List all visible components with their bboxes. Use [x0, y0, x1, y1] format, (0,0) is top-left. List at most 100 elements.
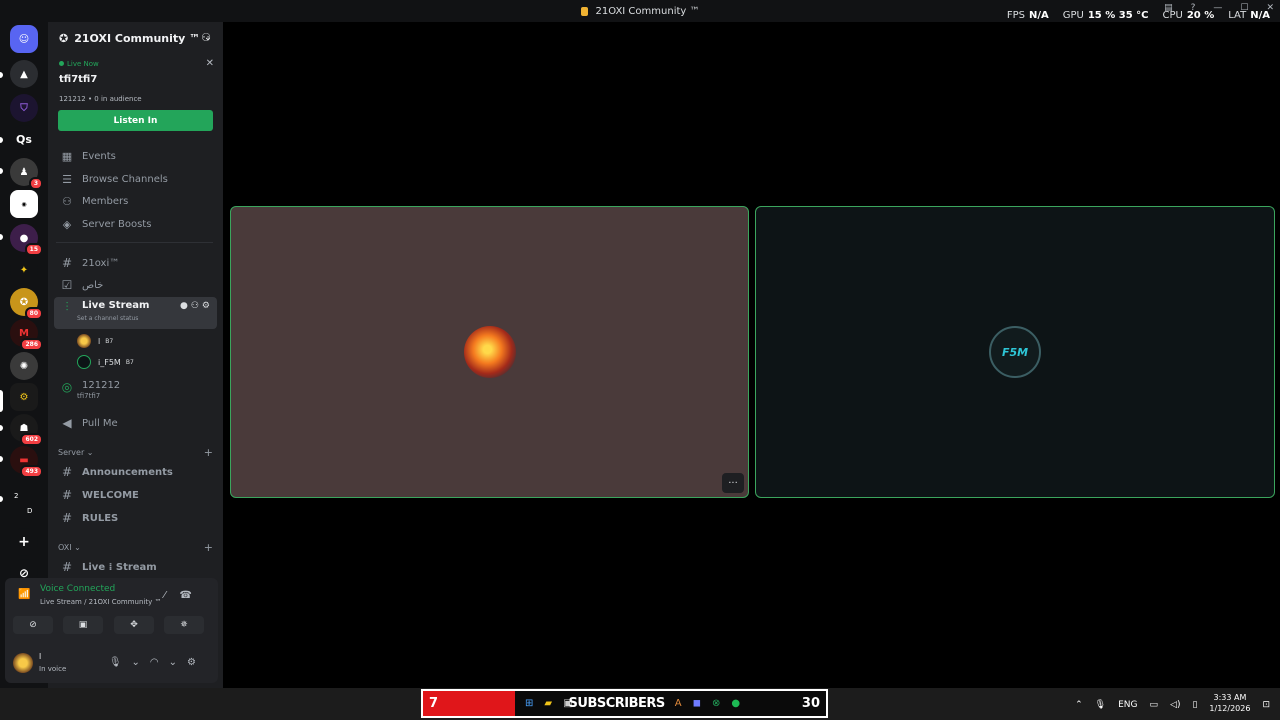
spotify-icon[interactable]: ●	[731, 698, 740, 709]
hash-icon: #	[61, 256, 73, 270]
channel-rules[interactable]: # RULES	[54, 508, 217, 528]
avatar	[77, 355, 91, 369]
server-icon-g[interactable]: ✺	[10, 352, 38, 380]
channel-live-stream-text[interactable]: # Live ⁞ Stream	[54, 557, 217, 577]
server-icon-d[interactable]: ✦	[10, 256, 38, 284]
video-tile[interactable]: ···	[230, 206, 749, 498]
voice-panel-icons[interactable]: ⁄☎	[164, 590, 206, 601]
unread-dot	[0, 168, 3, 174]
channel-announcements[interactable]: # Announcements	[54, 462, 217, 482]
hash-icon: #	[61, 511, 73, 525]
members-icon: ⚇	[62, 194, 72, 208]
mention-badge: 602	[20, 433, 43, 446]
xbox-icon[interactable]: ⊗	[712, 698, 720, 709]
user-name: l	[39, 652, 42, 661]
clock[interactable]: 3:33 AM 1/12/2026	[1209, 692, 1250, 714]
nav-server-boosts[interactable]: ◈ Server Boosts	[54, 214, 217, 234]
folder-icon[interactable]: ▰	[544, 698, 552, 709]
listen-in-button[interactable]: Listen In	[58, 110, 213, 131]
channel-pull-me[interactable]: ◀ Pull Me	[54, 413, 217, 433]
server-icon-active[interactable]: ⚙	[10, 383, 38, 411]
hash-icon: #	[61, 560, 73, 574]
server-icon-i[interactable]: ▬ 493	[10, 446, 43, 478]
language[interactable]: ENG	[1118, 700, 1137, 710]
app-icon[interactable]: A	[675, 698, 682, 709]
server-icon-h[interactable]: ☗ 602	[10, 414, 43, 446]
voice-stream-icon: ⫶	[65, 300, 69, 314]
gpu-value: 15 % 35 °C	[1087, 10, 1149, 21]
user-controls[interactable]: 🎙⌄◠⌄⚙	[109, 657, 206, 668]
activities-button[interactable]: ✥	[114, 616, 154, 634]
screen-share-button[interactable]: ▣	[63, 616, 103, 634]
chevron-up-icon[interactable]: ⌃	[1075, 700, 1083, 710]
stage-icon: ◎	[61, 380, 73, 394]
add-channel-icon[interactable]: +	[204, 541, 213, 554]
system-tray: ⌃ 🎙 ENG ▭ ◁) ▯ 3:33 AM 1/12/2026 ⊡	[1075, 693, 1270, 714]
folder-label-2[interactable]: 2	[14, 492, 18, 500]
network-icon[interactable]: ▭	[1150, 700, 1159, 710]
voice-location[interactable]: Live Stream / 21OXI Community ™	[40, 598, 161, 606]
close-icon[interactable]: ✕	[206, 58, 214, 69]
camera-off-button[interactable]: ⊘	[13, 616, 53, 634]
user-status: In voice	[39, 665, 67, 673]
add-server-icon[interactable]: +	[10, 528, 38, 556]
channel-tools[interactable]: ●⚇⚙	[180, 301, 213, 311]
invite-icon[interactable]: ⚇	[201, 31, 211, 44]
lat-label: LAT	[1228, 10, 1247, 21]
nav-members[interactable]: ⚇ Members	[54, 191, 217, 211]
calendar-icon: ▦	[61, 149, 73, 163]
mic-icon[interactable]: 🎙	[1095, 700, 1106, 710]
subscriber-widget: 7 ⊞ ▰ ▣ SUBSCRIBERS A ◼ ⊗ ● 30	[421, 689, 828, 718]
channel-21oxi[interactable]: #21oxi™	[54, 253, 217, 273]
category-oxi[interactable]: OXI ⌄ +	[58, 541, 213, 554]
hash-icon: #	[61, 465, 73, 479]
channel-status[interactable]: Set a channel status	[77, 315, 138, 322]
taskbar-apps-2: A ◼ ⊗ ●	[675, 698, 740, 709]
video-tile[interactable]: F5M	[755, 206, 1275, 498]
cpu-label: CPU	[1162, 10, 1183, 21]
gpu-label: GPU	[1062, 10, 1084, 21]
server-icon-e[interactable]: ✪ 80	[10, 288, 43, 320]
taskbar: 7 ⊞ ▰ ▣ SUBSCRIBERS A ◼ ⊗ ● 30 ⌃ 🎙 ENG ▭…	[0, 688, 1280, 720]
channel-welcome[interactable]: # WELCOME	[54, 485, 217, 505]
discord-home-icon[interactable]: ☺	[10, 25, 38, 53]
voice-user[interactable]: l B7	[77, 332, 217, 350]
add-channel-icon[interactable]: +	[204, 446, 213, 459]
voice-user[interactable]: i_F5M B7	[77, 353, 217, 371]
live-title: tfi7tfi7	[59, 74, 98, 85]
start-icon[interactable]: ⊞	[525, 698, 533, 709]
avatar: F5M	[989, 326, 1041, 378]
mention-badge: 15	[24, 243, 43, 256]
server-icon-shadow[interactable]: ◉	[10, 190, 38, 218]
volume-icon[interactable]: ◁)	[1170, 700, 1180, 710]
channel-live-stream[interactable]: ⫶ Live Stream Set a channel status ●⚇⚙	[54, 297, 217, 329]
nav-browse-channels[interactable]: ☰ Browse Channels	[54, 169, 217, 189]
divider	[56, 242, 213, 243]
more-options-button[interactable]: ···	[722, 473, 744, 493]
folder-label-d[interactable]: D	[27, 507, 32, 515]
server-icon-c[interactable]: ● 15	[10, 224, 43, 256]
unread-dot	[0, 72, 3, 78]
avatar	[463, 326, 516, 378]
server-icon-qs[interactable]: Qs	[10, 125, 38, 153]
nav-events[interactable]: ▦ Events	[54, 146, 217, 166]
app-icon[interactable]: ◼	[693, 698, 701, 709]
avatar[interactable]	[13, 653, 33, 673]
stage-channel[interactable]: ◎ 121212 tfi7tfi7	[54, 380, 217, 408]
server-icon-a[interactable]: ▲	[10, 60, 38, 88]
channel-private[interactable]: ☑ خاص	[54, 275, 217, 295]
soundboard-button[interactable]: ✵	[164, 616, 204, 634]
server-icon-shield[interactable]: ⛉	[10, 94, 38, 122]
fps-label: FPS	[1006, 10, 1025, 21]
server-header[interactable]: ✪ 21OXI Community ™ ⌄ ⚇	[48, 22, 223, 54]
notification-icon[interactable]: ⊡	[1262, 700, 1270, 710]
server-name: 21OXI Community ™	[74, 31, 201, 45]
server-icon-f[interactable]: M 286	[10, 319, 43, 351]
perf-overlay: FPS N/A GPU 15 % 35 °C CPU 20 % LAT N/A	[1007, 10, 1270, 21]
category-server[interactable]: Server ⌄ +	[58, 446, 213, 459]
battery-icon[interactable]: ▯	[1192, 700, 1197, 710]
cpu-value: 20 %	[1186, 10, 1215, 21]
signal-icon[interactable]: 📶	[18, 589, 30, 600]
window-title: 21OXI Community ™	[595, 5, 700, 17]
server-icon-b[interactable]: ♟ 3	[10, 158, 43, 190]
